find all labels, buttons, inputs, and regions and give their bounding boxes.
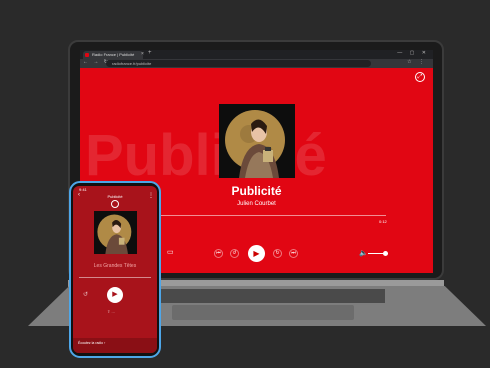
- browser-toolbar: ← → ↻ radiofrance.fr/publicite ☆ ⋮: [80, 59, 433, 68]
- phone-progress-bar[interactable]: [79, 277, 151, 278]
- url-text: radiofrance.fr/publicite: [112, 61, 152, 66]
- browser-tab[interactable]: Radio France | Publicité ×: [83, 51, 144, 59]
- phone-share-icon[interactable]: ⇪ ...: [107, 309, 115, 314]
- phone-status-time: 9:41: [79, 187, 87, 192]
- address-bar[interactable]: radiofrance.fr/publicite: [106, 60, 371, 67]
- volume-icon[interactable]: 🔈: [359, 249, 368, 257]
- phone-header-title: Publicité: [107, 194, 123, 199]
- more-icon[interactable]: ⋮: [148, 192, 154, 199]
- play-button[interactable]: ▶: [248, 245, 265, 262]
- rewind-icon[interactable]: ↺: [230, 249, 239, 258]
- phone-screen: 9:41 ‹ Publicité ⋮ Les Grandes Têtes ↺ ⏭…: [73, 186, 157, 353]
- station-logo-icon: [111, 200, 119, 208]
- progress-bar[interactable]: [160, 215, 386, 216]
- expand-button[interactable]: ⤢: [415, 72, 425, 82]
- phone-track-title: Les Grandes Têtes: [93, 263, 137, 269]
- phone-bottom-bar[interactable]: Écoutez la radio ›: [73, 338, 157, 353]
- album-art: [219, 104, 295, 178]
- new-tab-button[interactable]: +: [148, 50, 152, 56]
- tab-title: Radio France | Publicité: [92, 52, 135, 57]
- next-icon[interactable]: ⏭: [289, 249, 298, 258]
- laptop-keyboard: [135, 289, 385, 303]
- browser-menu-icons[interactable]: ☆ ⋮: [407, 59, 427, 65]
- phone-play-button[interactable]: ▶: [107, 287, 123, 303]
- phone-bottom-text: Écoutez la radio ›: [78, 341, 106, 345]
- window-controls[interactable]: — ▢ ✕: [397, 50, 429, 56]
- favicon-icon: [85, 53, 89, 57]
- volume-knob[interactable]: [383, 251, 388, 256]
- time-elapsed: 0:12: [379, 219, 387, 224]
- laptop-trackpad: [172, 305, 354, 320]
- album-art-image: [219, 104, 295, 178]
- cast-icon[interactable]: ▭: [167, 248, 174, 256]
- phone-album-art: [94, 211, 137, 254]
- forward-icon[interactable]: ↻: [273, 249, 282, 258]
- tab-close-icon[interactable]: ×: [141, 51, 144, 57]
- browser-tab-bar: Radio France | Publicité × + — ▢ ✕: [80, 50, 433, 59]
- phone-album-art-image: [94, 211, 137, 254]
- previous-icon[interactable]: ⏮: [214, 249, 223, 258]
